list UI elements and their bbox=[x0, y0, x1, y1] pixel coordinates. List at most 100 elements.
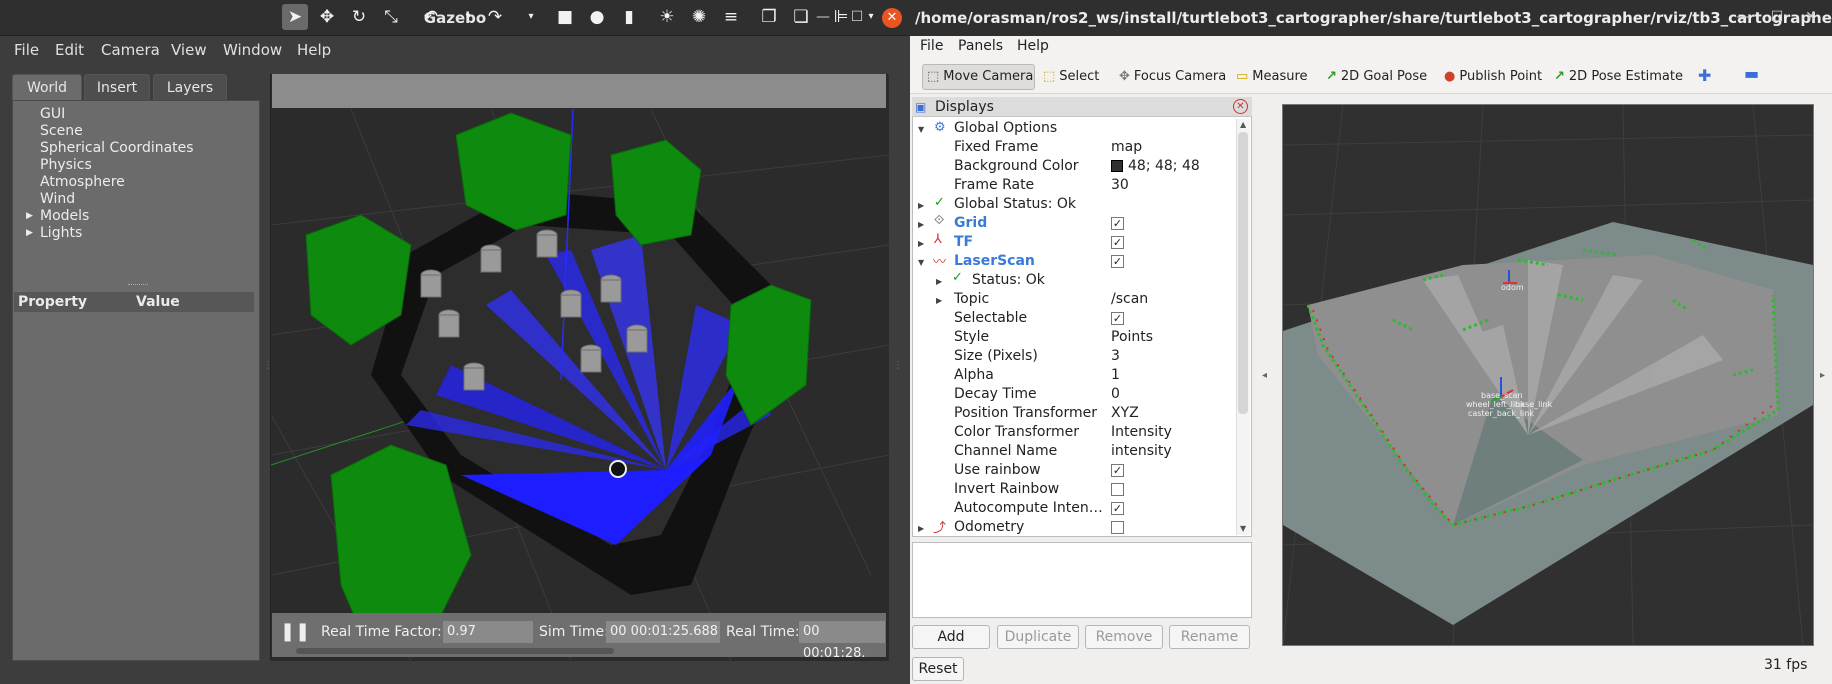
splitter-handle[interactable] bbox=[128, 284, 148, 288]
color-swatch[interactable] bbox=[1111, 160, 1123, 172]
tab-insert[interactable]: Insert bbox=[84, 74, 150, 102]
cylinder-shape-icon[interactable]: ▮ bbox=[616, 4, 642, 30]
tree-item-spherical-coordinates[interactable]: Spherical Coordinates bbox=[40, 140, 194, 156]
rename-button[interactable]: Rename bbox=[1169, 625, 1250, 649]
menu-help[interactable]: Help bbox=[1017, 38, 1049, 54]
autocompute-checkbox[interactable]: ✓ bbox=[1111, 502, 1124, 515]
tree-item-physics[interactable]: Physics bbox=[40, 157, 92, 173]
color-transformer-value[interactable]: Intensity bbox=[1111, 424, 1172, 440]
close-icon[interactable]: ✕ bbox=[1802, 8, 1820, 26]
tab-world[interactable]: World bbox=[12, 74, 82, 102]
odometry-checkbox[interactable] bbox=[1111, 521, 1124, 534]
tf-checkbox[interactable]: ✓ bbox=[1111, 236, 1124, 249]
expand-arrow-icon[interactable]: ▶ bbox=[918, 239, 924, 248]
menu-view[interactable]: View bbox=[171, 41, 207, 59]
global-options-row[interactable]: Global Options bbox=[954, 120, 1057, 136]
global-status-row[interactable]: Global Status: Ok bbox=[954, 196, 1076, 212]
odometry-display-row[interactable]: Odometry bbox=[954, 519, 1024, 535]
position-transformer-value[interactable]: XYZ bbox=[1111, 405, 1139, 421]
tree-item-models[interactable]: Models bbox=[40, 208, 89, 224]
undo-icon[interactable]: ↶ bbox=[418, 4, 444, 30]
align-icon[interactable]: ⊫ bbox=[828, 4, 854, 30]
scroll-up-icon[interactable]: ▲ bbox=[1240, 120, 1246, 129]
decay-time-value[interactable]: 0 bbox=[1111, 386, 1120, 402]
minimize-icon[interactable]: — bbox=[1734, 8, 1752, 26]
tab-layers[interactable]: Layers bbox=[153, 74, 227, 102]
use-rainbow-checkbox[interactable]: ✓ bbox=[1111, 464, 1124, 477]
expand-arrow-icon[interactable]: ▶ bbox=[936, 296, 942, 305]
grid-display-row[interactable]: Grid bbox=[954, 215, 987, 231]
focus-camera-tool[interactable]: ✥ Focus Camera bbox=[1119, 69, 1226, 84]
horizontal-scrollbar[interactable] bbox=[296, 648, 614, 654]
expand-arrow-icon[interactable]: ▶ bbox=[918, 201, 924, 210]
tree-item-gui[interactable]: GUI bbox=[40, 106, 65, 122]
chevron-down-icon[interactable]: ▾ bbox=[518, 4, 544, 30]
background-color-value[interactable]: 48; 48; 48 bbox=[1128, 158, 1200, 174]
rotate-icon[interactable]: ↻ bbox=[346, 4, 372, 30]
invert-rainbow-checkbox[interactable] bbox=[1111, 483, 1124, 496]
directional-light-icon[interactable]: ≡ bbox=[718, 4, 744, 30]
expand-arrow-icon[interactable]: ▶ bbox=[26, 228, 33, 238]
expand-arrow-icon[interactable]: ▶ bbox=[918, 220, 924, 229]
close-icon[interactable]: ✕ bbox=[1233, 99, 1248, 114]
copy-icon[interactable]: ❐ bbox=[756, 4, 782, 30]
frame-rate-value[interactable]: 30 bbox=[1111, 177, 1129, 193]
menu-edit[interactable]: Edit bbox=[55, 41, 84, 59]
add-button[interactable]: Add bbox=[912, 625, 990, 649]
collapse-right-icon[interactable]: ▸ bbox=[1820, 370, 1825, 381]
fixed-frame-value[interactable]: map bbox=[1111, 139, 1142, 155]
rviz-3d-viewport[interactable]: odom base_scan wheel_left_link base_link… bbox=[1282, 104, 1814, 646]
select-mode-icon[interactable]: ➤ bbox=[282, 4, 308, 30]
status-row[interactable]: Status: Ok bbox=[972, 272, 1045, 288]
move-camera-tool[interactable]: ⬚ Move Camera bbox=[927, 69, 1033, 84]
add-tool-icon[interactable]: ✚ bbox=[1698, 66, 1711, 85]
expand-arrow-icon[interactable]: ▶ bbox=[918, 524, 924, 533]
point-light-icon[interactable]: ☀ bbox=[654, 4, 680, 30]
remove-tool-icon[interactable]: ▬ bbox=[1744, 64, 1759, 83]
publish-point-tool[interactable]: ● Publish Point bbox=[1444, 69, 1542, 84]
scroll-down-icon[interactable]: ▼ bbox=[1240, 524, 1246, 533]
box-shape-icon[interactable]: ■ bbox=[552, 4, 578, 30]
topic-value[interactable]: /scan bbox=[1111, 291, 1148, 307]
duplicate-button[interactable]: Duplicate bbox=[997, 625, 1079, 649]
menu-camera[interactable]: Camera bbox=[101, 41, 160, 59]
scrollbar-thumb[interactable] bbox=[1238, 132, 1248, 414]
tree-item-scene[interactable]: Scene bbox=[40, 123, 83, 139]
menu-panels[interactable]: Panels bbox=[958, 38, 1003, 54]
laserscan-checkbox[interactable]: ✓ bbox=[1111, 255, 1124, 268]
tree-item-atmosphere[interactable]: Atmosphere bbox=[40, 174, 125, 190]
measure-tool[interactable]: ▭ Measure bbox=[1236, 69, 1308, 84]
2d-pose-estimate-tool[interactable]: ↗ 2D Pose Estimate bbox=[1554, 69, 1683, 84]
chevron-down-icon[interactable]: ▾ bbox=[858, 4, 884, 30]
alpha-value[interactable]: 1 bbox=[1111, 367, 1120, 383]
redo-icon[interactable]: ↷ bbox=[482, 4, 508, 30]
channel-name-value[interactable]: intensity bbox=[1111, 443, 1172, 459]
scale-icon[interactable]: ⤡ bbox=[378, 4, 404, 30]
maximize-icon[interactable]: ☐ bbox=[1768, 8, 1786, 26]
close-icon[interactable]: ✕ bbox=[882, 8, 902, 28]
spot-light-icon[interactable]: ✺ bbox=[686, 4, 712, 30]
expand-arrow-icon[interactable]: ▶ bbox=[26, 211, 33, 221]
splitter-handle[interactable]: ⋮ bbox=[893, 360, 903, 371]
gazebo-3d-viewport[interactable] bbox=[270, 74, 889, 661]
sphere-shape-icon[interactable]: ● bbox=[584, 4, 610, 30]
menu-help[interactable]: Help bbox=[297, 41, 331, 59]
chevron-down-icon[interactable]: ▾ bbox=[455, 4, 481, 30]
select-tool[interactable]: ⬚ Select bbox=[1043, 69, 1099, 84]
collapse-arrow-icon[interactable]: ▼ bbox=[918, 125, 924, 134]
style-value[interactable]: Points bbox=[1111, 329, 1153, 345]
collapse-left-icon[interactable]: ◂ bbox=[1262, 370, 1267, 381]
paste-icon[interactable]: ❏ bbox=[788, 4, 814, 30]
remove-button[interactable]: Remove bbox=[1085, 625, 1163, 649]
tf-display-row[interactable]: TF bbox=[954, 234, 973, 250]
expand-arrow-icon[interactable]: ▶ bbox=[936, 277, 942, 286]
menu-file[interactable]: File bbox=[920, 38, 943, 54]
tree-item-lights[interactable]: Lights bbox=[40, 225, 82, 241]
2d-goal-pose-tool[interactable]: ↗ 2D Goal Pose bbox=[1326, 69, 1427, 84]
collapse-arrow-icon[interactable]: ▼ bbox=[918, 258, 924, 267]
grid-checkbox[interactable]: ✓ bbox=[1111, 217, 1124, 230]
menu-window[interactable]: Window bbox=[223, 41, 282, 59]
selectable-checkbox[interactable]: ✓ bbox=[1111, 312, 1124, 325]
menu-file[interactable]: File bbox=[14, 41, 39, 59]
reset-button[interactable]: Reset bbox=[912, 657, 964, 681]
